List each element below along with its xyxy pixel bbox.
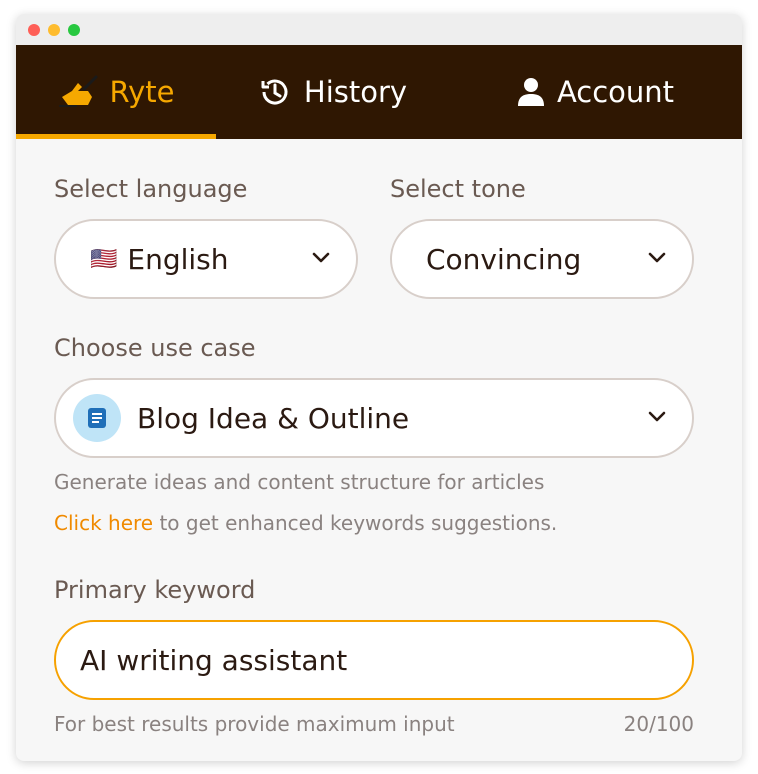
tab-history[interactable]: History — [216, 45, 449, 139]
tab-account-label: Account — [556, 75, 675, 109]
click-here-link[interactable]: Click here — [54, 511, 153, 535]
use-case-label: Choose use case — [54, 334, 256, 362]
tab-ryte[interactable]: Ryte — [16, 45, 216, 139]
primary-keyword-field[interactable] — [54, 620, 694, 700]
language-label: Select language — [54, 175, 248, 203]
use-case-description: Generate ideas and content structure for… — [54, 470, 545, 494]
tab-ryte-label: Ryte — [109, 75, 175, 109]
extension-window: Ryte History Account Select language 🇺🇸 … — [16, 14, 742, 761]
tone-select[interactable]: Convincing — [390, 219, 694, 299]
tone-value: Convincing — [426, 242, 582, 276]
close-window-button[interactable] — [28, 24, 40, 36]
keywords-suggestion-text: Click here to get enhanced keywords sugg… — [54, 511, 557, 535]
keywords-suggestion-rest: to get enhanced keywords suggestions. — [153, 511, 558, 535]
use-case-value: Blog Idea & Outline — [137, 401, 410, 435]
maximize-window-button[interactable] — [68, 24, 80, 36]
main-nav: Ryte History Account — [16, 45, 742, 139]
language-select[interactable]: 🇺🇸 English — [54, 219, 358, 299]
history-icon — [258, 75, 292, 109]
minimize-window-button[interactable] — [48, 24, 60, 36]
keyword-char-counter: 20/100 — [623, 712, 694, 736]
window-titlebar — [16, 14, 742, 45]
user-icon — [517, 77, 545, 107]
use-case-select[interactable]: Blog Idea & Outline — [54, 378, 694, 458]
primary-keyword-label: Primary keyword — [54, 576, 256, 604]
keyword-hint: For best results provide maximum input — [54, 712, 455, 736]
chevron-down-icon — [648, 249, 666, 268]
chevron-down-icon — [648, 408, 666, 427]
tone-label: Select tone — [390, 175, 526, 203]
tab-history-label: History — [303, 75, 408, 109]
tab-account[interactable]: Account — [449, 45, 742, 139]
us-flag-icon: 🇺🇸 — [90, 246, 118, 272]
chevron-down-icon — [312, 249, 330, 268]
writing-hand-icon — [58, 75, 98, 109]
primary-keyword-input[interactable] — [80, 643, 692, 677]
language-value: English — [127, 242, 229, 276]
document-icon — [73, 394, 121, 442]
